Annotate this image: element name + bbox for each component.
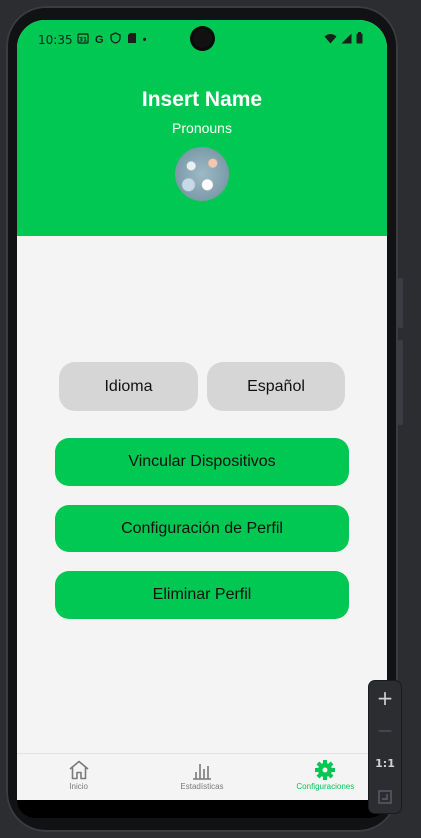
- language-label-button[interactable]: Idioma: [59, 362, 198, 411]
- link-devices-button[interactable]: Vincular Dispositivos: [55, 438, 349, 486]
- nav-settings-label: Configuraciones: [296, 782, 355, 791]
- status-system-icons: [324, 32, 363, 47]
- google-icon: G: [95, 34, 104, 46]
- bar-chart-icon: [192, 764, 211, 780]
- volume-button: [398, 340, 403, 425]
- fit-screen-button[interactable]: [369, 780, 401, 813]
- zoom-out-button[interactable]: —: [369, 714, 401, 747]
- bottom-navigation: Inicio Estadísticas Configuraciones: [17, 753, 387, 800]
- status-bar: 10:35 31 G •: [17, 20, 387, 60]
- link-devices-label: Vincular Dispositivos: [128, 453, 276, 470]
- avatar[interactable]: [175, 147, 229, 201]
- profile-header: 10:35 31 G • Insert Name Pronouns: [17, 20, 387, 236]
- nav-stats-label: Estadísticas: [180, 782, 224, 791]
- nav-item-stats[interactable]: Estadísticas: [140, 754, 263, 800]
- delete-profile-label: Eliminar Perfil: [152, 586, 252, 603]
- svg-text:31: 31: [79, 37, 87, 44]
- dot-icon: •: [142, 34, 147, 46]
- language-label: Idioma: [104, 377, 153, 395]
- profile-pronouns: Pronouns: [172, 120, 232, 136]
- language-select[interactable]: Español: [207, 362, 345, 411]
- battery-icon: [356, 32, 363, 47]
- fit-screen-icon: [378, 789, 392, 804]
- nav-home-label: Inicio: [69, 782, 88, 791]
- sd-card-icon: [127, 32, 137, 48]
- profile-settings-label: Configuración de Perfil: [121, 519, 283, 537]
- delete-profile-button[interactable]: Eliminar Perfil: [55, 571, 349, 619]
- front-camera: [193, 29, 212, 48]
- nav-item-home[interactable]: Inicio: [17, 754, 140, 800]
- profile-name: Insert Name: [141, 88, 263, 111]
- app-screen: 10:35 31 G • Insert Name Pronouns Idioma…: [17, 20, 387, 800]
- status-notification-icons: 31 G •: [77, 32, 146, 48]
- home-icon: [69, 760, 89, 780]
- system-navigation-bar: [17, 800, 387, 818]
- signal-icon: [341, 33, 352, 47]
- gear-icon: [315, 760, 336, 780]
- zoom-in-button[interactable]: +: [369, 681, 401, 714]
- language-value: Español: [247, 377, 305, 395]
- status-time: 10:35: [38, 33, 73, 47]
- calendar-icon: 31: [77, 32, 89, 48]
- wifi-icon: [324, 33, 337, 47]
- actual-size-button[interactable]: 1:1: [369, 747, 401, 780]
- shield-icon: [109, 32, 121, 48]
- emulator-zoom-toolbar: + — 1:1: [369, 681, 401, 813]
- profile-settings-button[interactable]: Configuración de Perfil: [55, 505, 349, 552]
- power-button: [398, 278, 403, 328]
